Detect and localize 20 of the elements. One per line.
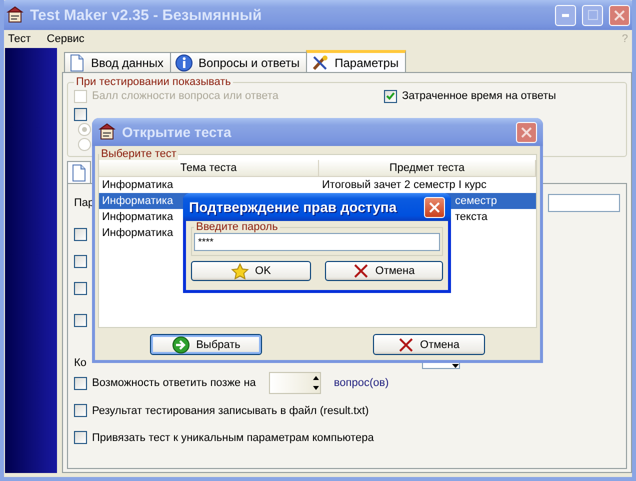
checkbox-label: Результат тестирования записывать в файл (result.txt) bbox=[92, 404, 369, 416]
dialog-title: Подтверждение прав доступа bbox=[189, 199, 398, 215]
group-title: Выберите тест bbox=[99, 148, 178, 160]
field-label: Ко bbox=[74, 357, 87, 369]
checkbox-label: Возможность ответить позже на bbox=[92, 377, 256, 389]
checkbox-label: Балл сложности вопроса или ответа bbox=[92, 90, 278, 102]
list-cell: семестр bbox=[455, 195, 497, 207]
window-title: Test Maker v2.35 - Безымянный bbox=[30, 6, 263, 24]
list-cell: Информатика bbox=[102, 227, 174, 239]
dialog-title: Открытие теста bbox=[122, 124, 232, 140]
list-cell: Информатика bbox=[102, 179, 174, 191]
group-title: Введите пароль bbox=[195, 221, 279, 233]
checkbox-label: Привязать тест к уникальным параметрам компьютера bbox=[92, 432, 374, 444]
group-title: При тестировании показывать bbox=[75, 76, 232, 88]
unit-label: вопрос(ов) bbox=[334, 377, 389, 389]
checkbox-label: Затраченное время на ответы bbox=[402, 90, 556, 102]
list-cell: Информатика bbox=[102, 195, 174, 207]
list-cell: Информатика bbox=[102, 211, 174, 223]
list-cell: текста bbox=[455, 211, 488, 223]
list-cell: Итоговый зачет 2 семестр I курс bbox=[322, 179, 487, 191]
